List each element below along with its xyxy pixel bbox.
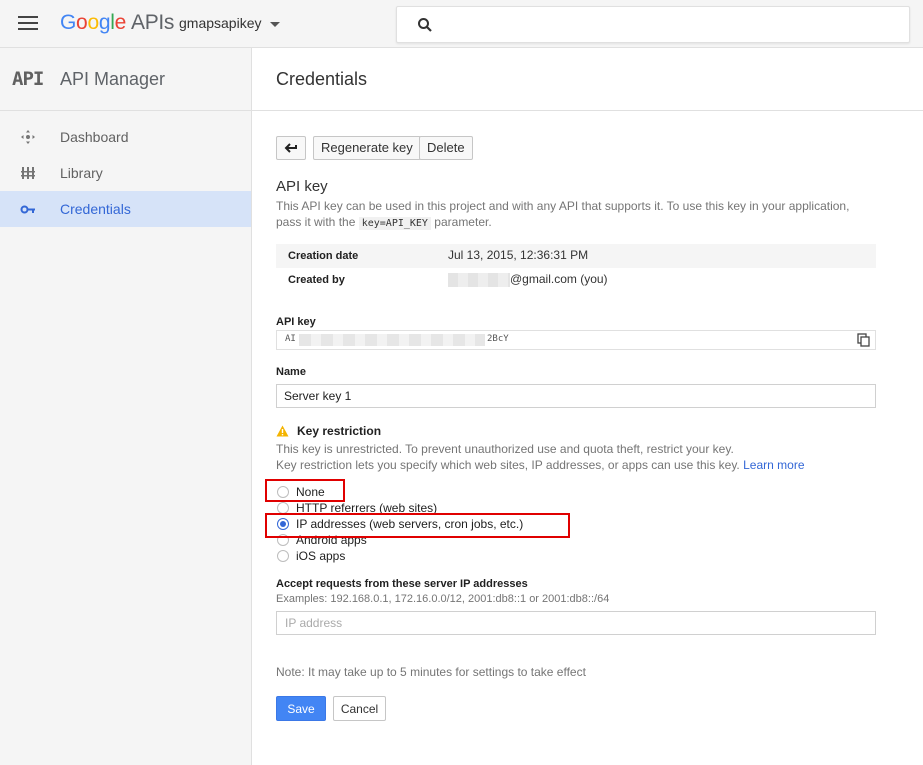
ip-address-input[interactable] — [276, 611, 876, 635]
delete-button[interactable]: Delete — [419, 136, 473, 160]
top-bar: Google APIs gmapsapikey — [0, 0, 923, 48]
key-icon — [20, 205, 35, 214]
search-box[interactable] — [396, 6, 910, 43]
project-selector[interactable]: gmapsapikey — [179, 15, 280, 31]
creation-date-label: Creation date — [288, 250, 359, 262]
main-content: Credentials Regenerate key Delete API ke… — [252, 48, 923, 765]
redacted-text — [299, 334, 485, 346]
ip-addresses-label: Accept requests from these server IP add… — [276, 578, 528, 590]
ip-examples: Examples: 192.168.0.1, 172.16.0.0/12, 20… — [276, 593, 610, 605]
menu-icon[interactable] — [18, 16, 38, 32]
caret-down-icon — [269, 21, 280, 27]
project-name: gmapsapikey — [179, 15, 262, 31]
key-info-table: Creation date Jul 13, 2015, 12:36:31 PM … — [276, 244, 876, 292]
highlight-box-none — [265, 479, 345, 502]
created-by-label: Created by — [288, 274, 345, 286]
sidebar-item-label: Library — [60, 165, 103, 181]
library-icon — [21, 167, 35, 179]
page-header: Credentials — [252, 48, 923, 111]
name-input[interactable] — [276, 384, 876, 408]
sidebar-title: API Manager — [60, 69, 166, 89]
api-key-field[interactable]: AI 2BcY — [276, 330, 876, 350]
sidebar-item-library[interactable]: Library — [0, 155, 251, 191]
copy-icon[interactable] — [857, 333, 871, 347]
creation-date-value: Jul 13, 2015, 12:36:31 PM — [448, 248, 589, 262]
cancel-button[interactable]: Cancel — [333, 696, 386, 721]
save-button[interactable]: Save — [276, 696, 326, 721]
sidebar-item-label: Credentials — [60, 201, 131, 217]
sidebar-item-dashboard[interactable]: Dashboard — [0, 119, 251, 155]
note-text: Note: It may take up to 5 minutes for se… — [276, 665, 586, 679]
api-key-heading: API key — [276, 178, 328, 195]
redacted-text — [448, 272, 510, 287]
api-key-label: API key — [276, 316, 316, 328]
regenerate-key-button[interactable]: Regenerate key — [313, 136, 421, 160]
search-icon — [418, 18, 432, 32]
table-row: Creation date Jul 13, 2015, 12:36:31 PM — [276, 244, 876, 268]
radio-button[interactable] — [277, 550, 289, 562]
page-title: Credentials — [276, 69, 368, 89]
google-apis-logo[interactable]: Google APIs — [60, 11, 174, 35]
api-logo: API — [12, 68, 44, 90]
name-label: Name — [276, 366, 306, 378]
back-arrow-icon — [284, 143, 297, 153]
code-snippet: key=API_KEY — [358, 217, 431, 230]
back-button[interactable] — [276, 136, 306, 160]
warning-icon — [276, 425, 289, 437]
key-restriction-heading: Key restriction — [276, 424, 381, 438]
sidebar-item-label: Dashboard — [60, 129, 129, 145]
dashboard-icon — [21, 130, 35, 144]
key-restriction-description: This key is unrestricted. To prevent una… — [276, 442, 805, 472]
sidebar: API API Manager Dashboard Library Creden… — [0, 48, 252, 765]
highlight-box-ip — [265, 513, 570, 538]
api-key-description: This API key can be used in this project… — [276, 199, 850, 230]
sidebar-header: API API Manager — [0, 48, 251, 111]
learn-more-link[interactable]: Learn more — [743, 458, 804, 472]
created-by-value: @gmail.com (you) — [448, 272, 608, 287]
sidebar-item-credentials[interactable]: Credentials — [0, 191, 251, 227]
table-row: Created by @gmail.com (you) — [276, 268, 876, 292]
